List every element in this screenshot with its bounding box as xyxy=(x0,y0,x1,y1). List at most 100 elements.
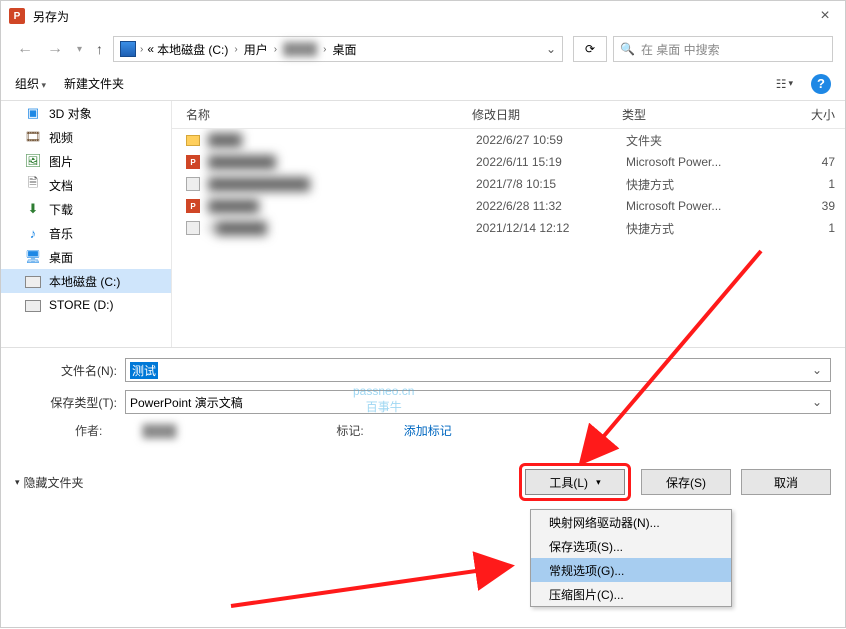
author-value[interactable]: ████ xyxy=(142,424,176,438)
column-name[interactable]: 名称 xyxy=(172,106,472,123)
hide-folders-toggle[interactable]: 隐藏文件夹 xyxy=(15,474,84,491)
sidebar-item-label: 视频 xyxy=(49,129,73,146)
file-date: 2021/12/14 12:12 xyxy=(476,221,626,235)
document-icon: 🗎 xyxy=(25,177,41,193)
menu-item-map-drive[interactable]: 映射网络驱动器(N)... xyxy=(531,510,731,534)
cube-icon: ▣ xyxy=(25,105,41,121)
sidebar-item-label: 下载 xyxy=(49,201,73,218)
file-type: Microsoft Power... xyxy=(626,199,766,213)
table-row[interactable]: P██████2022/6/28 11:32Microsoft Power...… xyxy=(172,195,845,217)
shortcut-icon xyxy=(184,176,202,192)
address-bar[interactable]: › « 本地磁盘 (C:) › 用户 › ████ › 桌面 ⌄ xyxy=(113,36,563,62)
recent-dropdown-icon[interactable]: ▾ xyxy=(73,44,86,55)
refresh-icon: ⟳ xyxy=(585,42,595,56)
sidebar-item-label: 本地磁盘 (C:) xyxy=(49,273,120,290)
file-size: 1 xyxy=(766,177,835,191)
file-name: ████ xyxy=(208,133,476,147)
path-prefix: « xyxy=(147,42,154,56)
file-type: 文件夹 xyxy=(626,132,766,149)
file-name: ██████ xyxy=(208,199,476,213)
column-headers: 名称 修改日期 类型 大小 xyxy=(172,101,845,129)
drive-icon xyxy=(120,41,136,57)
new-folder-button[interactable]: 新建文件夹 xyxy=(64,75,124,92)
footer: 隐藏文件夹 工具(L) 保存(S) 取消 xyxy=(1,447,845,515)
file-type: 快捷方式 xyxy=(626,176,766,193)
file-size: 1 xyxy=(766,221,835,235)
file-list: 名称 修改日期 类型 大小 ████2022/6/27 10:59文件夹P███… xyxy=(171,101,845,347)
column-type[interactable]: 类型 xyxy=(622,106,762,123)
chevron-right-icon[interactable]: › xyxy=(137,44,146,55)
cancel-button[interactable]: 取消 xyxy=(741,469,831,495)
path-segment[interactable]: 用户 xyxy=(242,41,270,58)
filename-dropdown-icon[interactable]: ⌄ xyxy=(808,363,826,377)
organize-menu[interactable]: 组织 xyxy=(15,75,46,92)
search-input[interactable]: 🔍 在 桌面 中搜索 xyxy=(613,36,833,62)
sidebar-item-label: 3D 对象 xyxy=(49,105,92,122)
picture-icon: 🖼 xyxy=(25,153,41,169)
file-name: ████████████ xyxy=(208,177,476,191)
powerpoint-icon: P xyxy=(9,8,25,24)
sidebar-item-label: 音乐 xyxy=(49,225,73,242)
file-size: 47 xyxy=(766,155,835,169)
navigation-bar: ← → ▾ ↑ › « 本地磁盘 (C:) › 用户 › ████ › 桌面 ⌄… xyxy=(1,31,845,67)
path-segment[interactable]: 桌面 xyxy=(330,41,358,58)
column-date[interactable]: 修改日期 xyxy=(472,106,622,123)
filename-label: 文件名(N): xyxy=(15,362,125,379)
up-icon[interactable]: ↑ xyxy=(92,41,107,57)
main-area: ▣ 3D 对象 🎞视频 🖼 图片 🗎文档 ⬇下载 ♪音乐 🖥桌面 本地磁盘 (C:)… xyxy=(1,101,845,347)
save-button[interactable]: 保存(S) xyxy=(641,469,731,495)
column-size[interactable]: 大小 xyxy=(762,106,835,123)
sidebar-item-3dobjects[interactable]: ▣ 3D 对象 xyxy=(1,101,171,125)
sidebar-item-desktop[interactable]: 🖥桌面 xyxy=(1,245,171,269)
sidebar-item-label: 图片 xyxy=(49,153,73,170)
sidebar-item-pictures[interactable]: 🖼 图片 xyxy=(1,149,171,173)
file-date: 2022/6/11 15:19 xyxy=(476,155,626,169)
file-type: 快捷方式 xyxy=(626,220,766,237)
tools-button[interactable]: 工具(L) xyxy=(525,469,625,495)
sidebar-item-downloads[interactable]: ⬇下载 xyxy=(1,197,171,221)
sidebar-item-documents[interactable]: 🗎文档 xyxy=(1,173,171,197)
title-bar: P 另存为 × xyxy=(1,1,845,31)
file-date: 2022/6/28 11:32 xyxy=(476,199,626,213)
path-segment[interactable]: 本地磁盘 (C:) xyxy=(155,41,230,58)
chevron-right-icon[interactable]: › xyxy=(271,44,280,55)
sidebar-item-drive-d[interactable]: STORE (D:) xyxy=(1,293,171,317)
menu-item-save-options[interactable]: 保存选项(S)... xyxy=(531,534,731,558)
savetype-label: 保存类型(T): xyxy=(15,394,125,411)
tools-menu: 映射网络驱动器(N)... 保存选项(S)... 常规选项(G)... 压缩图片… xyxy=(530,509,732,607)
savetype-dropdown-icon[interactable]: ⌄ xyxy=(808,395,826,409)
window-title: 另存为 xyxy=(33,8,805,25)
menu-item-compress-pictures[interactable]: 压缩图片(C)... xyxy=(531,582,731,606)
savetype-value: PowerPoint 演示文稿 xyxy=(130,394,243,411)
back-icon[interactable]: ← xyxy=(13,40,37,58)
filename-input[interactable]: 测试 ⌄ xyxy=(125,358,831,382)
file-name: E██████ xyxy=(208,221,476,235)
file-type: Microsoft Power... xyxy=(626,155,766,169)
refresh-button[interactable]: ⟳ xyxy=(573,36,607,62)
path-segment[interactable]: ████ xyxy=(281,42,319,56)
file-date: 2022/6/27 10:59 xyxy=(476,133,626,147)
table-row[interactable]: ████████████2021/7/8 10:15快捷方式1 xyxy=(172,173,845,195)
chevron-down-icon: ▾ xyxy=(788,78,793,89)
chevron-right-icon[interactable]: › xyxy=(231,44,240,55)
filename-value: 测试 xyxy=(130,362,158,379)
menu-item-general-options[interactable]: 常规选项(G)... xyxy=(531,558,731,582)
table-row[interactable]: ████2022/6/27 10:59文件夹 xyxy=(172,129,845,151)
sidebar-item-videos[interactable]: 🎞视频 xyxy=(1,125,171,149)
toolbar: 组织 新建文件夹 ☷ ▾ ? xyxy=(1,67,845,101)
add-tag-link[interactable]: 添加标记 xyxy=(404,422,452,439)
forward-icon[interactable]: → xyxy=(43,40,67,58)
table-row[interactable]: P████████2022/6/11 15:19Microsoft Power.… xyxy=(172,151,845,173)
shortcut-icon xyxy=(184,220,202,236)
save-form: 文件名(N): 测试 ⌄ 保存类型(T): PowerPoint 演示文稿 ⌄ … xyxy=(1,347,845,447)
view-options-button[interactable]: ☷ ▾ xyxy=(776,77,793,91)
table-row[interactable]: E██████2021/12/14 12:12快捷方式1 xyxy=(172,217,845,239)
path-dropdown-icon[interactable]: ⌄ xyxy=(546,42,556,56)
savetype-select[interactable]: PowerPoint 演示文稿 ⌄ xyxy=(125,390,831,414)
sidebar-item-music[interactable]: ♪音乐 xyxy=(1,221,171,245)
close-icon[interactable]: × xyxy=(805,7,845,25)
chevron-right-icon[interactable]: › xyxy=(320,44,329,55)
sidebar-item-label: STORE (D:) xyxy=(49,298,113,312)
sidebar-item-drive-c[interactable]: 本地磁盘 (C:) xyxy=(1,269,171,293)
help-icon[interactable]: ? xyxy=(811,74,831,94)
